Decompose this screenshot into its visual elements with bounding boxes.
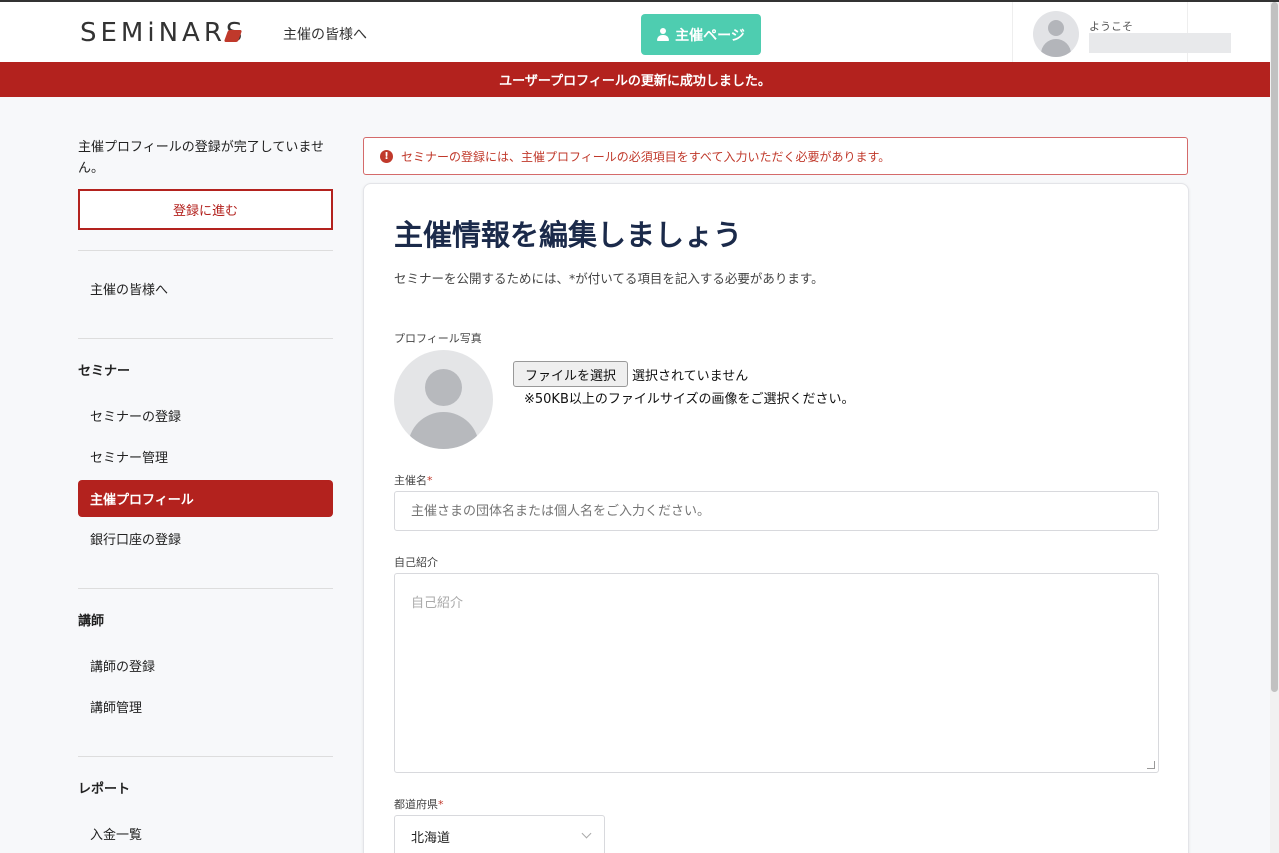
divider [78, 338, 333, 339]
page-subtitle: セミナーを公開するためには、*が付いてる項目を記入する必要があります。 [394, 271, 824, 286]
profile-photo-label: プロフィール写真 [394, 332, 482, 345]
resize-handle[interactable] [1147, 761, 1155, 769]
file-status-text: 選択されていません [632, 369, 749, 384]
scrollbar-thumb[interactable] [1271, 2, 1278, 692]
sidebar-item-lecturer-manage[interactable]: 講師管理 [78, 688, 333, 725]
scrollbar[interactable] [1270, 2, 1279, 853]
logo[interactable]: SEMiNARS [80, 18, 246, 48]
welcome-text: ようこそ [1089, 20, 1133, 33]
sidebar-item-seminar-manage[interactable]: セミナー管理 [78, 438, 333, 475]
chevron-down-icon [581, 828, 592, 839]
top-navbar: SEMiNARS 主催の皆様へ 主催ページ ようこそ [0, 0, 1279, 64]
profile-edit-card: 主催情報を編集しましょう セミナーを公開するためには、*が付いてる項目を記入する… [363, 183, 1189, 853]
page-title: 主催情報を編集しましょう [394, 218, 743, 252]
host-name-label: 主催名* [394, 474, 433, 487]
prefecture-value: 北海道 [411, 830, 451, 846]
alert-text: セミナーの登録には、主催プロフィールの必須項目をすべて入力いただく必要があります… [401, 149, 891, 164]
username-redacted [1089, 33, 1231, 53]
sidebar-item-host-profile[interactable]: 主催プロフィール [78, 480, 333, 517]
profile-photo-preview [394, 350, 493, 449]
host-page-button-label: 主催ページ [675, 27, 745, 44]
prefecture-label: 都道府県* [394, 798, 444, 811]
sidebar-item-for-hosts[interactable]: 主催の皆様へ [78, 270, 333, 307]
sidebar-item-bank-account[interactable]: 銀行口座の登録 [78, 520, 333, 557]
file-size-note: ※50KB以上のファイルサイズの画像をご選択ください。 [524, 392, 855, 407]
bio-textarea[interactable]: 自己紹介 [394, 573, 1159, 773]
sidebar-item-payment-list[interactable]: 入金一覧 [78, 815, 333, 852]
sidebar-heading-lecturer: 講師 [78, 614, 105, 629]
proceed-registration-button[interactable]: 登録に進む [78, 189, 333, 230]
sidebar-item-seminar-register[interactable]: セミナーの登録 [78, 397, 333, 434]
prefecture-select[interactable]: 北海道 [394, 815, 605, 853]
sidebar-heading-seminar: セミナー [78, 364, 131, 379]
avatar [1033, 11, 1079, 57]
bio-placeholder: 自己紹介 [411, 596, 464, 611]
user-menu[interactable]: ようこそ [1012, 2, 1231, 64]
choose-file-button[interactable]: ファイルを選択 [513, 361, 628, 387]
sidebar-heading-report: レポート [78, 782, 131, 797]
success-flash-message: ユーザープロフィールの更新に成功しました。 [0, 62, 1270, 97]
required-fields-alert: ! セミナーの登録には、主催プロフィールの必須項目をすべて入力いただく必要があり… [363, 137, 1188, 175]
divider [78, 756, 333, 757]
host-name-input[interactable] [394, 491, 1159, 531]
nav-link-for-hosts[interactable]: 主催の皆様へ [283, 24, 367, 44]
profile-incomplete-notice: 主催プロフィールの登録が完了していません。 [78, 140, 324, 176]
exclamation-circle-icon: ! [380, 149, 393, 163]
sidebar-item-lecturer-register[interactable]: 講師の登録 [78, 647, 333, 684]
user-icon [657, 28, 670, 41]
divider [78, 588, 333, 589]
bio-label: 自己紹介 [394, 556, 438, 569]
divider [78, 250, 333, 251]
host-page-button[interactable]: 主催ページ [641, 14, 761, 55]
